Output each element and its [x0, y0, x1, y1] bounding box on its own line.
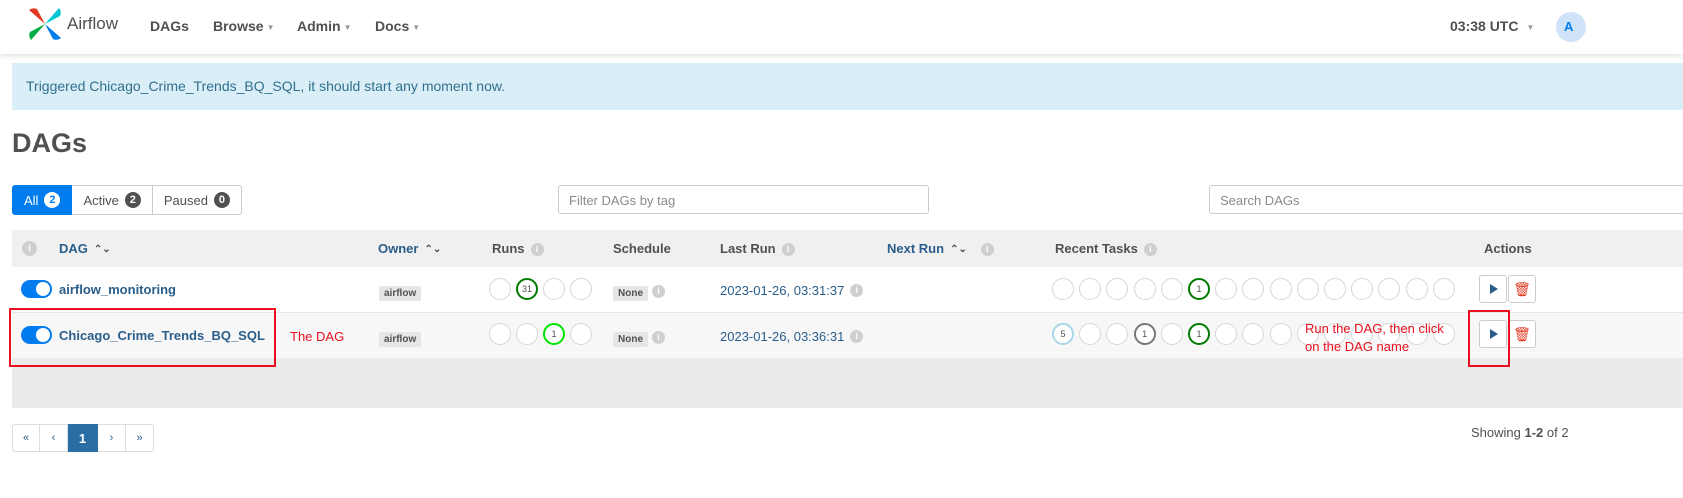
info-icon[interactable]: i	[530, 243, 544, 257]
owner-tag[interactable]: airflow	[379, 332, 422, 347]
last-run-link[interactable]: 2023-01-26, 03:36:31	[720, 329, 844, 344]
task-state-circle[interactable]	[1160, 323, 1183, 345]
dag-run-state-circle[interactable]	[570, 323, 592, 345]
page-next-button[interactable]: ›	[98, 424, 126, 452]
caret-down-icon: ▼	[266, 22, 275, 32]
task-state-circle[interactable]: 1	[1188, 278, 1210, 300]
tag-filter-input[interactable]: Filter DAGs by tag	[558, 185, 929, 214]
dag-run-state-circle[interactable]	[543, 278, 565, 300]
delete-dag-button[interactable]: 🗑	[1508, 320, 1536, 348]
task-state-circle[interactable]	[1269, 278, 1292, 300]
delete-dag-button[interactable]: 🗑	[1508, 275, 1536, 303]
schedule-tag: None	[613, 332, 648, 347]
info-icon[interactable]: i	[850, 284, 864, 298]
last-run-cell: 2023-01-26, 03:36:31 i	[720, 328, 864, 346]
sort-icon: ⌃⌄	[950, 244, 967, 256]
caret-down-icon: ▼	[412, 22, 421, 32]
play-icon	[1490, 284, 1498, 294]
trash-icon: 🗑	[1513, 325, 1531, 342]
header-next-run[interactable]: Next Run ⌃⌄ i	[887, 241, 994, 257]
count-badge: 2	[124, 192, 141, 208]
header-actions: Actions	[1484, 241, 1532, 256]
nav-docs[interactable]: Docs ▼	[375, 18, 420, 34]
brand-name: Airflow	[67, 14, 119, 33]
schedule-tag: None	[613, 286, 648, 301]
header-recent-tasks: Recent Tasks i	[1055, 241, 1157, 257]
owner-cell: airflow	[379, 283, 422, 301]
filter-active-button[interactable]: Active 2	[72, 185, 153, 215]
filter-all-button[interactable]: All 2	[12, 185, 73, 215]
pagination: « ‹ 1 › »	[12, 424, 154, 454]
dag-run-state-circle[interactable]	[516, 323, 538, 345]
task-state-circle[interactable]	[1432, 278, 1455, 300]
caret-down-icon: ▼	[343, 22, 352, 32]
header-runs: Runs i	[492, 241, 544, 257]
airflow-logo-icon	[29, 8, 61, 40]
header-schedule: Schedule	[613, 241, 671, 256]
schedule-cell: None i	[613, 329, 665, 347]
header-last-run: Last Run i	[720, 241, 795, 257]
nav-dags[interactable]: DAGs	[150, 18, 189, 34]
owner-cell: airflow	[379, 329, 422, 347]
page-first-button[interactable]: «	[12, 424, 40, 452]
caret-down-icon: ▼	[1526, 22, 1535, 32]
nav-browse[interactable]: Browse ▼	[213, 18, 275, 34]
page-prev-button[interactable]: ‹	[40, 424, 68, 452]
task-state-circle[interactable]: 5	[1052, 323, 1074, 345]
task-state-circle[interactable]	[1296, 278, 1319, 300]
task-state-circle[interactable]: 1	[1188, 323, 1210, 345]
dag-link[interactable]: airflow_monitoring	[59, 282, 176, 297]
showing-count: Showing 1-2 of 2	[1471, 425, 1569, 440]
annotation-box-dag	[9, 308, 276, 367]
dag-run-state-circle[interactable]	[489, 323, 511, 345]
header-owner[interactable]: Owner ⌃⌄	[378, 241, 441, 256]
page-last-button[interactable]: »	[126, 424, 154, 452]
sort-icon: ⌃⌄	[424, 244, 442, 256]
schedule-cell: None i	[613, 283, 665, 301]
dag-run-state-circle[interactable]	[570, 278, 592, 300]
info-icon[interactable]: i	[652, 285, 665, 299]
dag-run-state-circle[interactable]	[489, 278, 511, 300]
info-icon[interactable]: i	[22, 240, 37, 257]
trash-icon: 🗑	[1513, 280, 1531, 297]
dag-run-state-circle[interactable]: 1	[543, 323, 565, 345]
trigger-alert: Triggered Chicago_Crime_Trends_BQ_SQL, i…	[12, 63, 1683, 110]
page-title: DAGs	[12, 128, 88, 158]
dag-pause-toggle[interactable]	[21, 280, 52, 298]
info-icon[interactable]: i	[980, 243, 994, 257]
annotation-box-trigger	[1468, 310, 1510, 367]
header-dag[interactable]: DAG ⌃⌄	[59, 241, 111, 256]
task-state-circle[interactable]	[1052, 278, 1074, 300]
page-current[interactable]: 1	[68, 424, 98, 452]
task-state-circle[interactable]	[1269, 323, 1292, 345]
task-state-circle[interactable]: 1	[1133, 323, 1156, 345]
search-dags-input[interactable]: Search DAGs	[1209, 185, 1683, 214]
timezone-dropdown[interactable]: 03:38 UTC ▼	[1450, 18, 1534, 34]
user-avatar[interactable]: A	[1556, 12, 1586, 42]
sort-icon: ⌃⌄	[93, 244, 111, 256]
info-icon[interactable]: i	[652, 331, 665, 345]
last-run-cell: 2023-01-26, 03:31:37 i	[720, 282, 864, 300]
count-badge: 0	[213, 192, 230, 208]
task-state-circle[interactable]	[1405, 278, 1428, 300]
nav-admin[interactable]: Admin ▼	[297, 18, 351, 34]
owner-tag[interactable]: airflow	[379, 286, 422, 301]
task-state-circle[interactable]	[1133, 278, 1156, 300]
dag-run-state-circle[interactable]: 31	[516, 278, 538, 300]
task-state-circle[interactable]	[1160, 278, 1183, 300]
table-header	[12, 230, 1683, 267]
annotation-text-dag: The DAG	[290, 329, 345, 344]
task-state-circle[interactable]	[1324, 278, 1346, 300]
annotation-text-action-2: on the DAG name	[1305, 339, 1410, 354]
last-run-link[interactable]: 2023-01-26, 03:31:37	[720, 283, 844, 298]
trigger-dag-button[interactable]	[1479, 275, 1507, 303]
info-icon[interactable]: i	[781, 243, 795, 257]
count-badge: 2	[44, 192, 61, 208]
annotation-text-action-1: Run the DAG, then click	[1305, 321, 1444, 336]
info-icon[interactable]: i	[850, 330, 864, 344]
filter-paused-button[interactable]: Paused 0	[152, 185, 242, 215]
info-icon[interactable]: i	[1143, 243, 1157, 257]
brand[interactable]: Airflow	[27, 6, 118, 42]
status-filter-group: All 2 Active 2 Paused 0	[12, 185, 242, 215]
